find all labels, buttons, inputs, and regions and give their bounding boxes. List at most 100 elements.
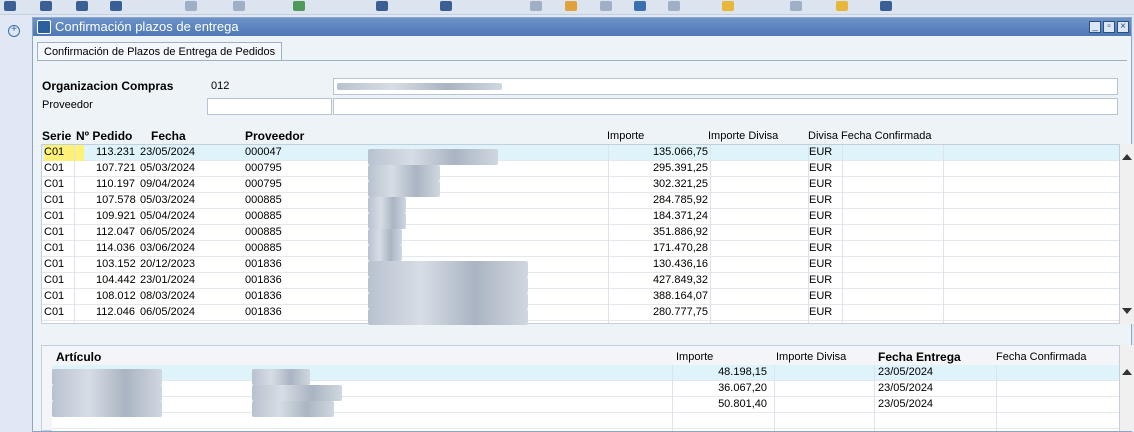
cell-proveedor: 000885 bbox=[245, 194, 282, 206]
col-articulo[interactable]: Artículo bbox=[56, 350, 101, 364]
cell-divisa: EUR bbox=[809, 194, 833, 206]
cell-importe: 295.391,25 bbox=[652, 162, 708, 174]
cell-art-importe: 50.801,40 bbox=[718, 398, 767, 410]
articles-scrollbar[interactable] bbox=[1120, 345, 1134, 431]
col-proveedor[interactable]: Proveedor bbox=[245, 129, 304, 143]
scroll-up-icon[interactable] bbox=[1122, 369, 1132, 375]
cell-divisa: EUR bbox=[809, 258, 833, 270]
order-row[interactable]: C01 114.036 03/06/2024 000885 171.470,28 EUR bbox=[42, 241, 1119, 261]
article-row[interactable] bbox=[52, 413, 1119, 429]
first-record-icon[interactable] bbox=[4, 1, 16, 11]
proveedor-name-field bbox=[333, 98, 1118, 115]
last-record-icon[interactable] bbox=[110, 1, 122, 11]
scroll-up-icon[interactable] bbox=[1122, 154, 1132, 160]
col-importe-divisa[interactable]: Importe Divisa bbox=[708, 130, 778, 142]
print-icon[interactable] bbox=[233, 1, 245, 11]
cell-fecha: 05/03/2024 bbox=[140, 162, 196, 174]
minimize-icon[interactable]: _ bbox=[1089, 21, 1101, 33]
col-fecha-confirmada[interactable]: Fecha Confirmada bbox=[841, 130, 932, 142]
cell-proveedor: 001836 bbox=[245, 306, 282, 318]
cell-fecha: 05/04/2024 bbox=[140, 210, 196, 222]
edit-icon[interactable] bbox=[565, 1, 577, 11]
next-record-icon[interactable] bbox=[76, 1, 88, 11]
cell-proveedor: 000047 bbox=[245, 146, 282, 158]
cell-divisa: EUR bbox=[809, 290, 833, 302]
search-icon[interactable] bbox=[530, 1, 542, 11]
order-row[interactable]: C01 112.047 06/05/2024 000885 351.886,92 EUR bbox=[42, 225, 1119, 245]
cell-importe: 284.785,92 bbox=[652, 194, 708, 206]
scroll-down-icon[interactable] bbox=[1122, 308, 1132, 314]
cell-proveedor: 000885 bbox=[245, 242, 282, 254]
orders-grid[interactable]: C01 113.231 23/05/2024 000047 135.066,75 EUR C… bbox=[41, 144, 1120, 325]
col-fecha[interactable]: Fecha bbox=[151, 129, 186, 143]
order-row[interactable]: C01 113.231 23/05/2024 000047 135.066,75 EUR bbox=[42, 145, 1119, 165]
order-row[interactable]: C01 103.152 20/12/2023 001836 130.436,16 EUR bbox=[42, 257, 1119, 277]
main-panel: Organizacion Compras 012 Proveedor Serie… bbox=[37, 60, 1134, 431]
col-art-fecha-confirmada[interactable]: Fecha Confirmada bbox=[996, 351, 1087, 363]
order-row[interactable]: C01 104.442 23/01/2024 001836 427.849,32 EUR bbox=[42, 273, 1119, 293]
zoom-icon[interactable] bbox=[668, 1, 680, 11]
col-art-importe-divisa[interactable]: Importe Divisa bbox=[776, 351, 846, 363]
cell-fecha: 20/12/2023 bbox=[140, 258, 196, 270]
order-row[interactable]: C01 109.921 05/04/2024 000885 184.371,24 EUR bbox=[42, 209, 1119, 229]
col-importe[interactable]: Importe bbox=[607, 130, 644, 142]
cell-serie: C01 bbox=[44, 242, 65, 254]
previous-record-icon[interactable] bbox=[40, 1, 52, 11]
document-icon[interactable] bbox=[634, 1, 646, 11]
col-pedido[interactable]: Nº Pedido bbox=[76, 129, 132, 143]
order-row[interactable]: C01 112.046 06/05/2024 001836 280.777,75 EUR bbox=[42, 305, 1119, 325]
article-row[interactable]: 48.198,15 23/05/2024 bbox=[52, 365, 1119, 385]
restore-icon[interactable]: ▫ bbox=[1103, 21, 1115, 33]
zoom-in-icon[interactable]: + bbox=[8, 25, 20, 37]
cell-serie: C01 bbox=[44, 145, 84, 161]
cell-importe: 184.371,24 bbox=[652, 210, 708, 222]
cell-serie: C01 bbox=[44, 226, 65, 238]
folder-icon[interactable] bbox=[722, 1, 734, 11]
cell-fecha: 03/06/2024 bbox=[140, 242, 196, 254]
cell-serie: C01 bbox=[44, 274, 65, 286]
articles-section: Artículo Importe Importe Divisa Fecha En… bbox=[41, 345, 1120, 431]
orders-scrollbar[interactable] bbox=[1120, 144, 1134, 324]
cell-proveedor: 001836 bbox=[245, 258, 282, 270]
cell-importe: 302.321,25 bbox=[652, 178, 708, 190]
col-fecha-entrega[interactable]: Fecha Entrega bbox=[878, 350, 961, 364]
column-divider bbox=[842, 145, 843, 323]
order-row[interactable]: C01 107.721 05/03/2024 000795 295.391,25 EUR bbox=[42, 161, 1119, 181]
col-serie[interactable]: Serie bbox=[42, 129, 71, 143]
cell-proveedor-name-redacted bbox=[368, 309, 528, 325]
cell-pedido: 107.578 bbox=[96, 194, 136, 206]
order-row[interactable]: C01 107.578 05/03/2024 000885 284.785,92 EUR bbox=[42, 193, 1119, 213]
cell-pedido: 110.197 bbox=[96, 178, 135, 190]
cell-importe: 351.886,92 bbox=[652, 226, 708, 238]
refresh-icon[interactable] bbox=[185, 1, 197, 11]
lock-icon[interactable] bbox=[836, 1, 848, 11]
cell-pedido: 109.921 bbox=[96, 210, 136, 222]
cell-serie: C01 bbox=[44, 178, 65, 190]
cell-art-importe: 36.067,20 bbox=[718, 382, 767, 394]
order-confirmation-window: Confirmación plazos de entrega _ ▫ × Con… bbox=[32, 17, 1134, 432]
delete-icon[interactable] bbox=[790, 1, 802, 11]
window-title: Confirmación plazos de entrega bbox=[55, 19, 239, 34]
tab-confirmacion-plazos[interactable]: Confirmación de Plazos de Entrega de Ped… bbox=[37, 42, 283, 61]
col-divisa[interactable]: Divisa bbox=[808, 130, 838, 142]
cell-divisa: EUR bbox=[809, 210, 833, 222]
article-row[interactable]: 36.067,20 23/05/2024 bbox=[52, 381, 1119, 401]
articles-grid[interactable]: 48.198,15 23/05/2024 36.067,20 23/05/2024 50… bbox=[52, 365, 1119, 431]
proveedor-code-field[interactable] bbox=[207, 98, 332, 115]
org-compras-code-field[interactable]: 012 bbox=[207, 78, 332, 95]
order-row[interactable]: C01 110.197 09/04/2024 000795 302.321,25 EUR bbox=[42, 177, 1119, 197]
order-row[interactable]: C01 108.012 08/03/2024 001836 388.164,07 EUR bbox=[42, 289, 1119, 309]
save-icon[interactable] bbox=[376, 1, 388, 11]
cell-pedido: 104.442 bbox=[96, 274, 136, 286]
close-icon[interactable]: × bbox=[1117, 21, 1129, 33]
tools-icon[interactable] bbox=[880, 1, 892, 11]
column-divider bbox=[996, 365, 997, 431]
cell-proveedor: 001836 bbox=[245, 274, 282, 286]
cell-importe: 171.470,28 bbox=[652, 242, 708, 254]
export-icon[interactable] bbox=[293, 1, 305, 11]
attach-icon[interactable] bbox=[600, 1, 612, 11]
article-row[interactable]: 50.801,40 23/05/2024 bbox=[52, 397, 1119, 417]
cell-serie: C01 bbox=[44, 162, 65, 174]
col-art-importe[interactable]: Importe bbox=[676, 351, 713, 363]
save-all-icon[interactable] bbox=[440, 1, 452, 11]
